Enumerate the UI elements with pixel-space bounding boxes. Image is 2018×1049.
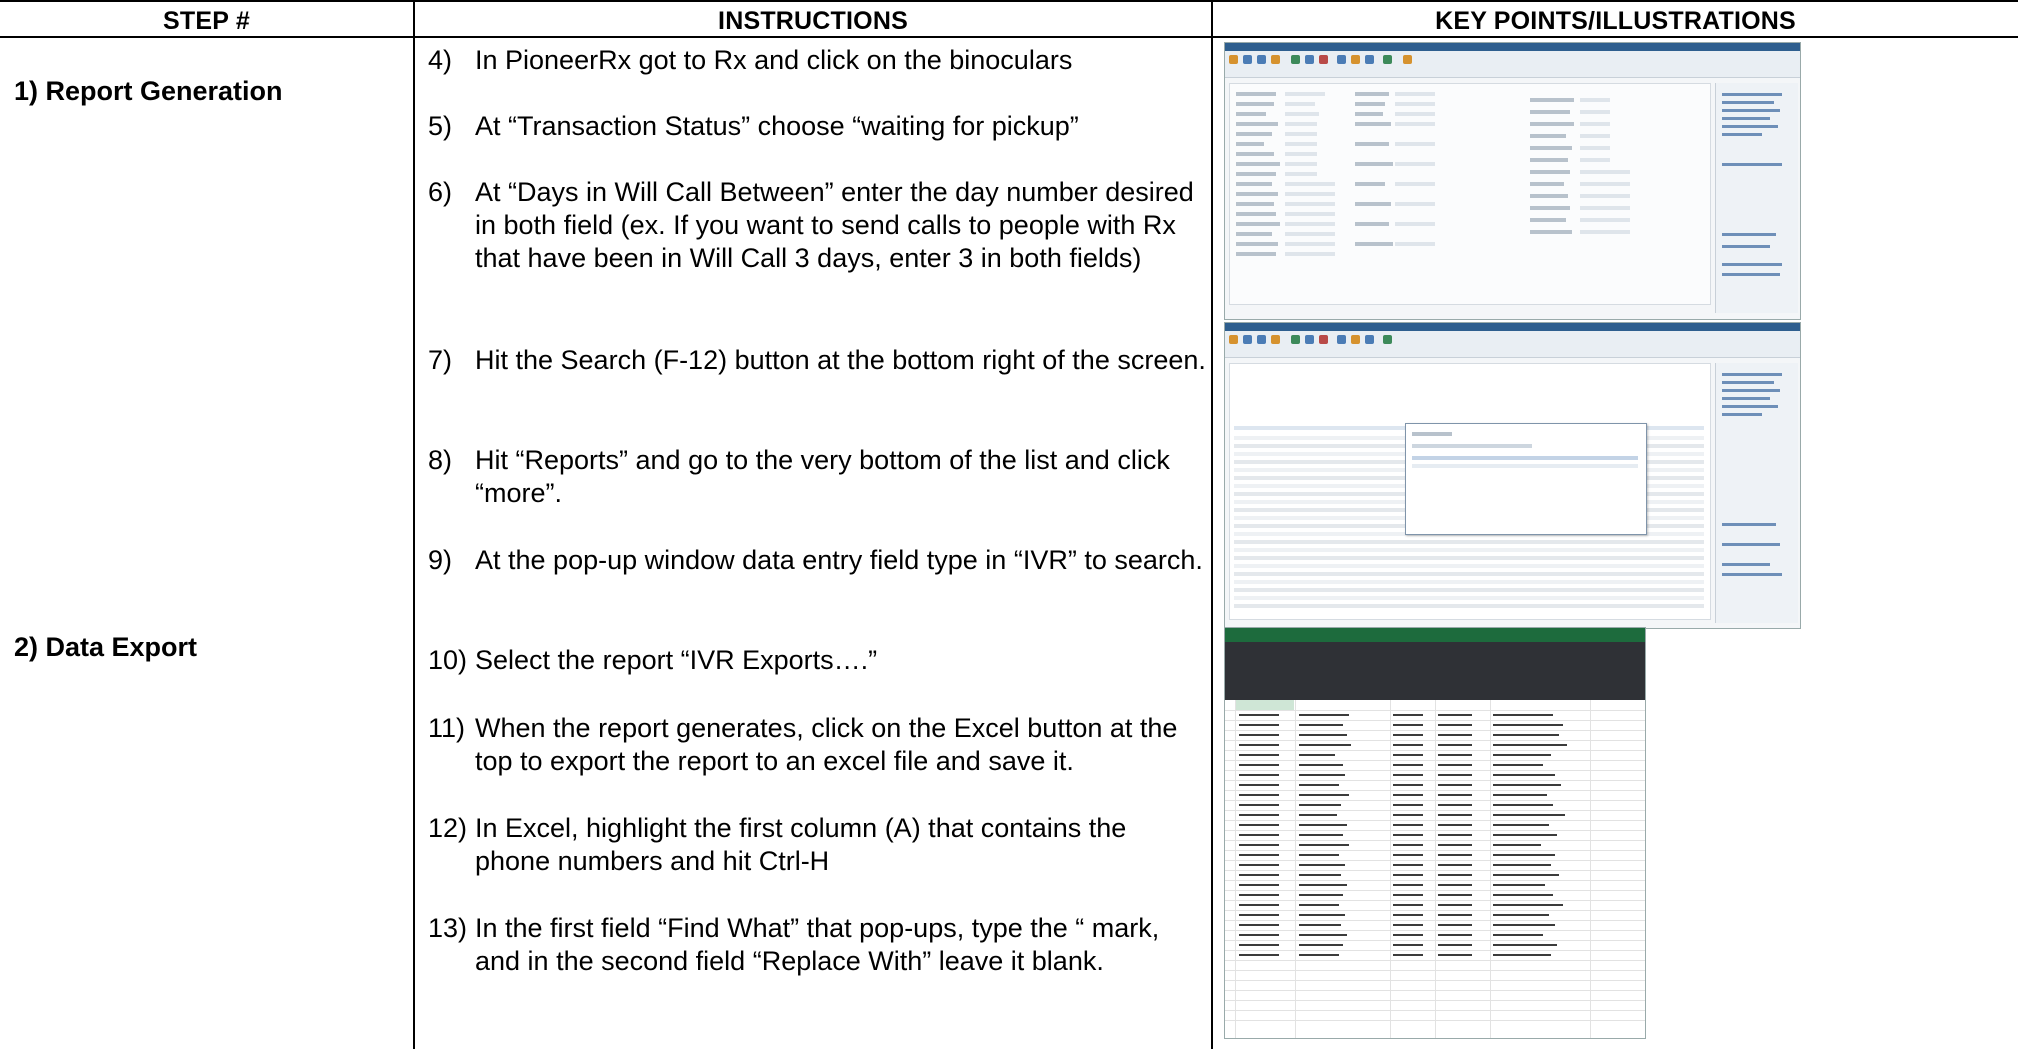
column-divider-2 xyxy=(1211,0,1213,1049)
step-text: At “Days in Will Call Between” enter the… xyxy=(475,177,1194,273)
step-text: Select the report “IVR Exports….” xyxy=(475,645,878,675)
instruction-table: STEP # INSTRUCTIONS KEY POINTS/ILLUSTRAT… xyxy=(0,0,2018,1049)
instruction-step-10: 10) Select the report “IVR Exports….” xyxy=(428,644,1208,677)
table-top-border xyxy=(0,0,2018,2)
instruction-step-5: 5) At “Transaction Status” choose “waiti… xyxy=(428,110,1208,143)
pioneerrx-search-screenshot-icon xyxy=(1224,42,1801,320)
section-report-generation: 1) Report Generation xyxy=(14,76,283,106)
step-number: 9) xyxy=(428,545,453,575)
step-number: 13) xyxy=(428,913,468,943)
step-number: 5) xyxy=(428,111,453,141)
instruction-step-8: 8) Hit “Reports” and go to the very bott… xyxy=(428,444,1208,510)
step-number: 12) xyxy=(428,813,468,843)
step-text: In the first field “Find What” that pop-… xyxy=(475,913,1160,976)
step-text: Hit “Reports” and go to the very bottom … xyxy=(475,445,1170,508)
instruction-step-9: 9) At the pop-up window data entry field… xyxy=(428,544,1208,577)
step-text: At “Transaction Status” choose “waiting … xyxy=(475,111,1079,141)
step-number: 4) xyxy=(428,45,453,75)
header-bottom-border xyxy=(0,36,2018,38)
step-number: 11) xyxy=(428,713,466,743)
step-text: When the report generates, click on the … xyxy=(475,713,1178,776)
step-number: 7) xyxy=(428,345,453,375)
step-text: Hit the Search (F-12) button at the bott… xyxy=(475,345,1206,375)
instruction-step-12: 12) In Excel, highlight the first column… xyxy=(428,812,1208,878)
step-text: In PioneerRx got to Rx and click on the … xyxy=(475,45,1073,75)
header-step: STEP # xyxy=(163,6,250,35)
step-number: 6) xyxy=(428,177,453,207)
step-number: 10) xyxy=(428,645,468,675)
step-text: In Excel, highlight the first column (A)… xyxy=(475,813,1127,876)
section-data-export: 2) Data Export xyxy=(14,632,198,662)
step-number: 8) xyxy=(428,445,453,475)
instruction-step-13: 13) In the first field “Find What” that … xyxy=(428,912,1208,978)
instruction-step-7: 7) Hit the Search (F-12) button at the b… xyxy=(428,344,1208,377)
column-divider-1 xyxy=(413,0,415,1049)
instruction-step-4: 4) In PioneerRx got to Rx and click on t… xyxy=(428,44,1208,77)
header-instructions: INSTRUCTIONS xyxy=(718,6,908,35)
instruction-step-6: 6) At “Days in Will Call Between” enter … xyxy=(428,176,1208,275)
header-key-points: KEY POINTS/ILLUSTRATIONS xyxy=(1435,6,1796,35)
excel-export-screenshot-icon xyxy=(1224,627,1646,1039)
pioneerrx-results-report-screenshot-icon xyxy=(1224,322,1801,629)
instruction-step-11: 11) When the report generates, click on … xyxy=(428,712,1208,778)
step-text: At the pop-up window data entry field ty… xyxy=(475,545,1203,575)
